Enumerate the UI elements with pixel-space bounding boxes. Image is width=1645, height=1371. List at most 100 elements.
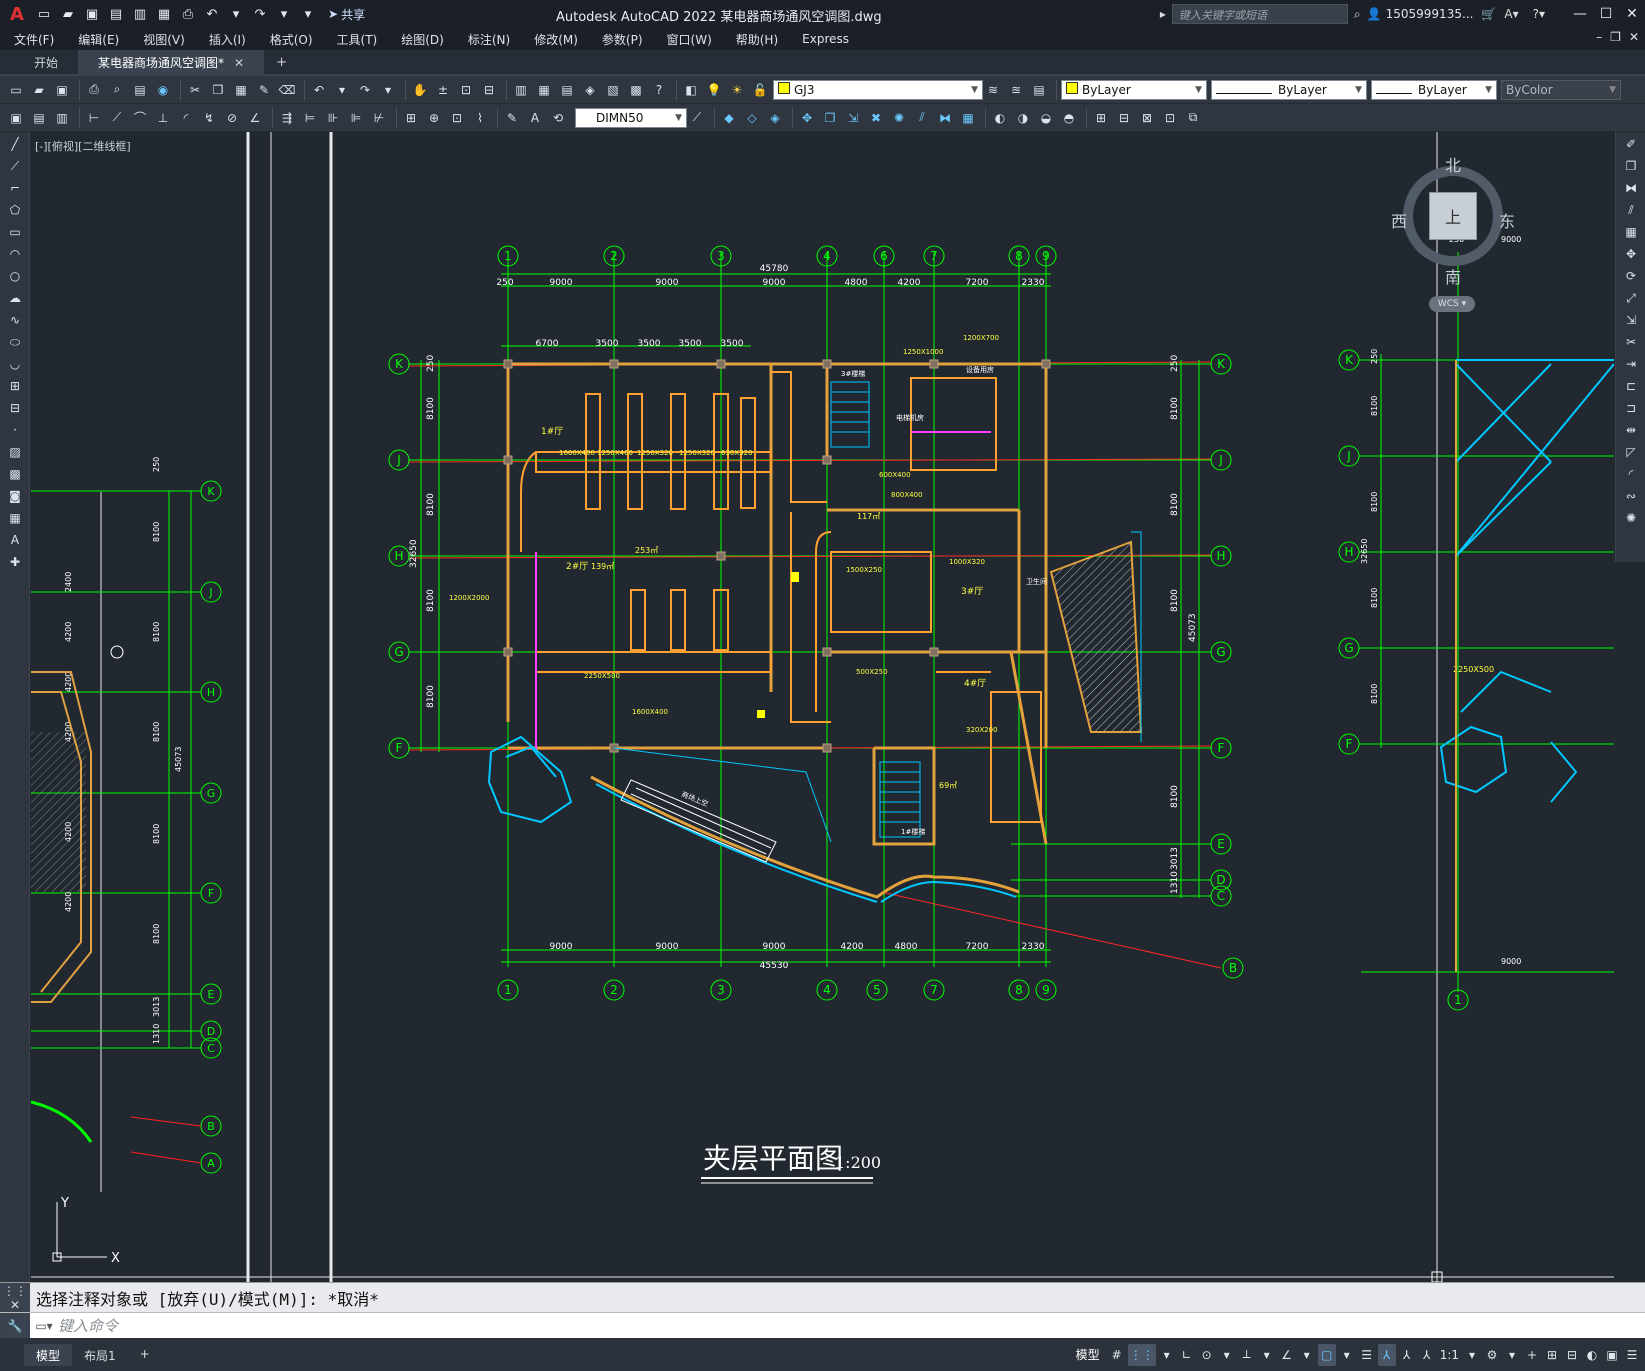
user-name[interactable]: 1505999135... (1386, 7, 1474, 21)
annotation-scale-value[interactable]: 1:1 (1438, 1344, 1461, 1366)
region-icon[interactable]: ◙ (4, 486, 26, 506)
revcloud-icon[interactable]: ☁ (4, 288, 26, 308)
erase-icon[interactable]: ✖ (866, 108, 886, 128)
spline-icon[interactable]: ∿ (4, 310, 26, 330)
share-button[interactable]: ➤ 共享 (328, 6, 365, 23)
stretch-tool-icon[interactable]: ⇲ (1620, 310, 1642, 330)
inspect-icon[interactable]: ⊡ (447, 108, 467, 128)
bind-icon[interactable]: ⊡ (1160, 108, 1180, 128)
radius-dim-icon[interactable]: ◜ (176, 108, 196, 128)
design-center-icon[interactable]: ▦ (534, 80, 554, 100)
center-mark-icon[interactable]: ⊕ (424, 108, 444, 128)
isodraft-dropdown-icon[interactable]: ▾ (1258, 1344, 1276, 1366)
doc-close-button[interactable]: ✕ (1629, 30, 1639, 44)
tab-start[interactable]: 开始 (14, 50, 78, 74)
fillet-tool-icon[interactable]: ◜ (1620, 464, 1642, 484)
ellipse-arc-icon[interactable]: ◡ (4, 354, 26, 374)
diameter-dim-icon[interactable]: ⊘ (222, 108, 242, 128)
menu-tools[interactable]: 工具(T) (337, 31, 378, 48)
3d-print-icon[interactable]: ◉ (153, 80, 173, 100)
save-icon[interactable]: ▣ (82, 4, 102, 24)
block-create-icon[interactable]: ◇ (742, 108, 762, 128)
isodraft-icon[interactable]: ⟂ (1238, 1344, 1256, 1366)
dim-text-edit-icon[interactable]: A (525, 108, 545, 128)
arc-length-icon[interactable]: ⌒ (130, 108, 150, 128)
array-icon[interactable]: ▦ (958, 108, 978, 128)
move-tool-icon[interactable]: ✥ (1620, 244, 1642, 264)
menu-draw[interactable]: 绘图(D) (401, 31, 444, 48)
extend-tool-icon[interactable]: ⇥ (1620, 354, 1642, 374)
menu-insert[interactable]: 插入(I) (209, 31, 246, 48)
redo-dropdown-icon[interactable]: ▾ (274, 4, 294, 24)
open-icon[interactable]: ▰ (29, 80, 49, 100)
join-tool-icon[interactable]: ⇹ (1620, 420, 1642, 440)
angular-dim-icon[interactable]: ∠ (245, 108, 265, 128)
rotate-tool-icon[interactable]: ⟳ (1620, 266, 1642, 286)
add-selected-icon[interactable]: ✚ (4, 552, 26, 572)
break-point-icon[interactable]: ⊏ (1620, 376, 1642, 396)
menu-modify[interactable]: 修改(M) (534, 31, 578, 48)
add-layout-button[interactable]: + (128, 1344, 162, 1366)
close-command-icon[interactable]: ✕ (10, 1298, 20, 1312)
dimstyle-dropdown[interactable]: DIMN50 ▼ (575, 107, 687, 128)
menu-dimension[interactable]: 标注(N) (468, 31, 510, 48)
new-icon[interactable]: ▭ (6, 80, 26, 100)
color-dropdown[interactable]: ByLayer ▼ (1061, 79, 1207, 100)
scale-dropdown-icon[interactable]: ▾ (1463, 1344, 1481, 1366)
osnap-icon[interactable]: ▢ (1317, 1343, 1336, 1366)
copy-object-icon[interactable]: ❐ (820, 108, 840, 128)
osnap-dropdown-icon[interactable]: ▾ (1338, 1344, 1356, 1366)
units-icon[interactable]: ⊞ (1543, 1344, 1561, 1366)
ungroup-icon[interactable]: ◑ (1013, 108, 1033, 128)
brush-icon[interactable]: ⌫ (277, 80, 297, 100)
layer-on-icon[interactable]: 💡 (704, 80, 724, 100)
dim-break-icon[interactable]: ⊬ (369, 108, 389, 128)
open-file-icon[interactable]: ▰ (58, 4, 78, 24)
import-icon[interactable]: ▥ (130, 4, 150, 24)
close-tab-icon[interactable]: ✕ (234, 56, 244, 70)
stretch-icon[interactable]: ⇲ (843, 108, 863, 128)
zoom-realtime-icon[interactable]: ± (433, 80, 453, 100)
annotation-monitor-icon[interactable]: + (1523, 1344, 1541, 1366)
trim-tool-icon[interactable]: ✂ (1620, 332, 1642, 352)
doc-restore-button[interactable]: ❐ (1610, 30, 1621, 44)
command-prompt-icon[interactable]: ▭▾ (30, 1319, 58, 1333)
auto-scale-icon[interactable]: ⅄ (1398, 1344, 1416, 1366)
viewcube[interactable]: 上 北 南 西 东 WCS ▾ (1391, 144, 1515, 314)
viewcube-south[interactable]: 南 (1445, 264, 1461, 288)
ordinate-dim-icon[interactable]: ⊥ (153, 108, 173, 128)
properties-icon[interactable]: ▥ (511, 80, 531, 100)
customize-icon[interactable]: 🔧 (0, 1312, 30, 1339)
command-input[interactable] (58, 1316, 858, 1335)
table-icon[interactable]: ▦ (4, 508, 26, 528)
make-block-icon[interactable]: ⊟ (4, 398, 26, 418)
menu-express[interactable]: Express (802, 32, 849, 46)
move-icon[interactable]: ✥ (797, 108, 817, 128)
layer-properties-icon[interactable]: ◧ (681, 80, 701, 100)
dimstyle-manager-icon[interactable]: ⟋ (687, 108, 707, 128)
polygon-icon[interactable]: ⬠ (4, 200, 26, 220)
plot-preview-icon[interactable]: ⌕ (107, 80, 127, 100)
layer-freeze-icon[interactable]: ☀ (727, 80, 747, 100)
group-select-icon[interactable]: ◓ (1059, 108, 1079, 128)
dim-update-icon[interactable]: ▣ (6, 108, 26, 128)
clean-screen-icon[interactable]: ☰ (1623, 1344, 1641, 1366)
polyline-icon[interactable]: ⌐ (4, 178, 26, 198)
polar-icon[interactable]: ⊙ (1198, 1344, 1216, 1366)
tab-drawing[interactable]: 某电器商场通风空调图* ✕ (78, 50, 265, 74)
viewcube-north[interactable]: 北 (1445, 152, 1461, 176)
help-icon[interactable]: ?▾ (1533, 7, 1545, 21)
object-track-dropdown-icon[interactable]: ▾ (1298, 1344, 1316, 1366)
layer-lock-icon[interactable]: 🔓 (750, 80, 770, 100)
tab-layout1[interactable]: 布局1 (72, 1344, 128, 1366)
mtext-icon[interactable]: A (4, 530, 26, 550)
ortho-icon[interactable]: ∟ (1178, 1344, 1196, 1366)
zoom-window-icon[interactable]: ⊡ (456, 80, 476, 100)
minimize-button[interactable]: — (1567, 0, 1593, 28)
attach-icon[interactable]: ⊟ (1114, 108, 1134, 128)
linetype-dropdown[interactable]: ByLayer ▼ (1211, 79, 1367, 100)
annotation-visibility-icon[interactable]: ⅄ (1377, 1343, 1396, 1366)
offset-tool-icon[interactable]: ⫽ (1620, 200, 1642, 220)
snap-dropdown-icon[interactable]: ▾ (1158, 1344, 1176, 1366)
plot-icon[interactable]: ⎙ (84, 80, 104, 100)
